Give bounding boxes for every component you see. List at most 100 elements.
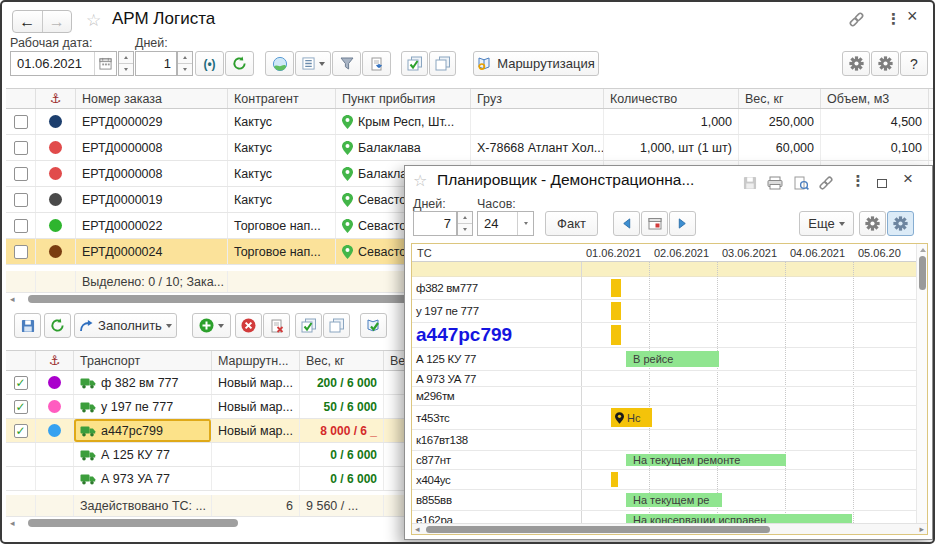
col-header-weight[interactable]: Вес, кг	[300, 351, 384, 370]
fill-button[interactable]: Заполнить	[74, 313, 177, 338]
close-icon[interactable]: ×	[899, 171, 917, 187]
col-header-arrival[interactable]: Пункт прибытия	[336, 89, 471, 108]
gantt-hscrollbar[interactable]: ◂▸	[412, 523, 927, 534]
show-map-button[interactable]	[265, 51, 294, 76]
kebab-menu-icon[interactable]: ⋮	[886, 10, 901, 28]
prev-period-button[interactable]	[613, 211, 640, 236]
gantt-bar-pin[interactable]: Нс	[611, 408, 652, 427]
routing-button[interactable]: Маршрутизация	[473, 51, 599, 76]
row-checkbox[interactable]	[14, 141, 28, 155]
gantt-row[interactable]: м296тм	[412, 387, 927, 406]
select-all-button[interactable]	[401, 51, 428, 76]
row-checkbox[interactable]: ✓	[14, 400, 28, 414]
order-row[interactable]: ЕРТД0000008КактусБалаклаваХ-78668 Атлант…	[6, 135, 933, 161]
gantt-bar-green[interactable]: В рейсе	[626, 351, 719, 367]
gantt-row[interactable]: а447рс799	[412, 323, 927, 348]
col-header-contragent[interactable]: Контрагент	[228, 89, 336, 108]
clear-document-button[interactable]	[263, 313, 290, 338]
col-header-cargo[interactable]: Груз	[471, 89, 604, 108]
copy-link-icon[interactable]	[848, 11, 865, 31]
favorite-star-icon[interactable]: ☆	[413, 171, 427, 190]
delete-button[interactable]	[235, 313, 262, 338]
gantt-row[interactable]: ф382 вм777	[412, 277, 927, 300]
col-header-route[interactable]: Маршрутн...	[212, 351, 300, 370]
maximize-icon[interactable]	[873, 175, 891, 191]
work-date-spinner[interactable]	[118, 51, 134, 76]
days-spinner[interactable]	[177, 51, 193, 76]
col-header-dot[interactable]: ⚓	[36, 351, 74, 370]
row-checkbox[interactable]: ✓	[14, 424, 28, 438]
scroll-thumb[interactable]	[426, 526, 770, 533]
refresh-button[interactable]	[225, 51, 254, 76]
more-button[interactable]: Еще	[799, 211, 854, 236]
gantt-bar-yellow[interactable]	[611, 279, 621, 297]
gantt-row[interactable]: у 197 пе 777	[412, 300, 927, 323]
scroll-right-icon[interactable]: ▸	[919, 524, 924, 534]
gantt-row[interactable]: к167вт138	[412, 430, 927, 451]
row-checkbox[interactable]	[14, 219, 28, 233]
route-check-button[interactable]	[360, 313, 387, 338]
scroll-up-icon[interactable]	[920, 248, 926, 252]
gantt-row[interactable]: А 125 КУ 77В рейсе	[412, 348, 927, 371]
col-header-volume[interactable]: Объем, м3	[821, 89, 929, 108]
gantt-bar-green[interactable]: На текущем ре	[626, 493, 722, 507]
select-all2-button[interactable]	[295, 313, 322, 338]
gantt-row[interactable]: х404ус	[412, 470, 927, 490]
row-checkbox[interactable]	[14, 193, 28, 207]
gantt-row[interactable]: е162раНа консервации исправен	[412, 511, 927, 523]
help-button[interactable]: ?	[900, 51, 928, 76]
preview-icon[interactable]	[792, 175, 810, 191]
row-checkbox[interactable]: ✓	[14, 376, 28, 390]
kebab-menu-icon[interactable]: ⋮	[849, 173, 867, 189]
refresh2-button[interactable]	[44, 313, 71, 338]
gantt-vscrollbar[interactable]	[916, 244, 927, 523]
output-list-button[interactable]	[362, 51, 391, 76]
col-header-name[interactable]: Транспорт	[74, 351, 212, 370]
back-button[interactable]: ←	[13, 11, 43, 32]
work-date-input[interactable]: 01.06.2021	[10, 51, 117, 76]
scroll-left-icon[interactable]: ◂	[10, 294, 15, 304]
filter-button[interactable]	[332, 51, 361, 76]
dialog-days-spinner[interactable]	[457, 211, 473, 236]
next-period-button[interactable]	[669, 211, 696, 236]
period-calendar-button[interactable]	[641, 211, 668, 236]
col-header-number[interactable]: Номер заказа	[76, 89, 228, 108]
scroll-left-icon[interactable]: ◂	[10, 518, 15, 528]
gantt-row[interactable]: в855ввНа текущем ре	[412, 490, 927, 511]
list-settings-button[interactable]	[295, 51, 331, 76]
close-icon[interactable]: ×	[907, 6, 918, 27]
col-header-check[interactable]	[6, 89, 36, 108]
row-checkbox[interactable]	[14, 167, 28, 181]
days-input[interactable]: 1	[135, 51, 177, 76]
dialog-settings-button[interactable]	[859, 211, 886, 236]
auto-refresh-button[interactable]: (•)	[195, 51, 224, 76]
order-row[interactable]: ЕРТД0000029КактусКрым Респ, Шт...1,00025…	[6, 109, 933, 135]
gantt-row[interactable]: с877нтНа текущем ремонте	[412, 451, 927, 470]
gantt-bar-green[interactable]: На текущем ремонте	[626, 454, 786, 466]
save-button[interactable]	[14, 313, 41, 338]
settings-button[interactable]	[842, 51, 870, 76]
gantt-bar-green[interactable]: На консервации исправен	[626, 514, 852, 523]
forward-button[interactable]: →	[43, 11, 72, 32]
dialog-days-input[interactable]: 7	[413, 211, 457, 236]
unselect-all2-button[interactable]	[323, 313, 350, 338]
row-checkbox[interactable]	[14, 115, 28, 129]
settings2-button[interactable]	[871, 51, 899, 76]
col-header-check[interactable]	[6, 351, 36, 370]
col-header-qty[interactable]: Количество	[604, 89, 739, 108]
col-header-dot[interactable]: ⚓	[36, 89, 76, 108]
fact-button[interactable]: Факт	[545, 211, 598, 236]
col-header-weight[interactable]: Вес, кг	[739, 89, 821, 108]
gantt-row[interactable]: т453тсНс	[412, 406, 927, 430]
gantt-bar-yellow[interactable]	[611, 472, 618, 487]
unselect-all-button[interactable]	[429, 51, 456, 76]
dialog-hours-select[interactable]: 24	[477, 211, 534, 236]
calendar-icon[interactable]	[94, 52, 116, 75]
row-checkbox[interactable]	[14, 245, 28, 259]
gantt-bar-yellow[interactable]	[611, 302, 621, 320]
gantt-bar-yellow[interactable]	[611, 325, 621, 345]
copy-link-icon[interactable]	[817, 175, 835, 191]
scroll-thumb[interactable]	[28, 519, 238, 527]
gantt-row[interactable]: А 973 УА 77	[412, 371, 927, 387]
scroll-left-icon[interactable]: ◂	[415, 524, 420, 534]
